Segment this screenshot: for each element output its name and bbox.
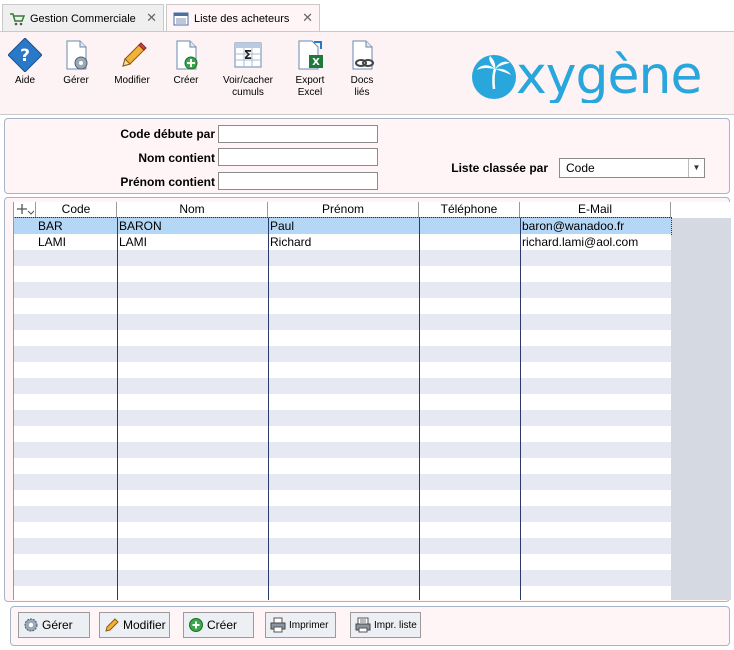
column-header-email[interactable]: E-Mail — [520, 202, 671, 218]
cell-telephone — [419, 218, 520, 234]
nom-filter-label: Nom contient — [138, 151, 215, 165]
empty-row — [14, 314, 671, 330]
add-icon — [189, 618, 203, 632]
grid-panel: Code Nom Prénom Téléphone E-Mail BAR BAR… — [4, 197, 731, 602]
empty-row — [14, 538, 671, 554]
cell-nom: BARON — [119, 219, 162, 233]
empty-row — [14, 554, 671, 570]
pencil-icon — [122, 42, 147, 67]
empty-row — [14, 330, 671, 346]
create-button-bottom[interactable]: Créer — [183, 612, 254, 638]
column-divider — [268, 218, 269, 600]
code-filter-input[interactable] — [218, 125, 378, 143]
empty-row — [14, 394, 671, 410]
close-icon[interactable]: ✕ — [302, 11, 313, 25]
empty-row — [14, 522, 671, 538]
table-body: BAR BARON Paul baron@wanadoo.fr LAMI LAM… — [14, 217, 672, 600]
chevron-down-icon[interactable]: ▼ — [688, 159, 704, 177]
cell-code: BAR — [38, 219, 63, 233]
empty-row — [14, 458, 671, 474]
manage-button[interactable]: Gérer — [56, 38, 96, 87]
column-header-prenom[interactable]: Prénom — [268, 202, 419, 218]
cell-code: LAMI — [38, 235, 67, 249]
empty-row — [14, 282, 671, 298]
table-row[interactable]: BAR BARON Paul baron@wanadoo.fr — [14, 217, 672, 235]
modify-button[interactable]: Modifier — [108, 38, 156, 87]
tab-label: Liste des acheteurs — [194, 12, 290, 25]
svg-text:X: X — [312, 57, 320, 68]
pencil-icon — [105, 618, 119, 632]
prenom-filter-label: Prénom contient — [120, 175, 215, 189]
column-divider — [117, 218, 118, 600]
modify-button-bottom[interactable]: Modifier — [99, 612, 170, 638]
tab-label: Gestion Commerciale — [30, 12, 136, 25]
help-button[interactable]: ? Aide — [6, 38, 44, 87]
cell-prenom: Richard — [270, 235, 312, 249]
close-icon[interactable]: ✕ — [146, 11, 157, 25]
empty-row — [14, 442, 671, 458]
print-button[interactable]: Imprimer — [265, 612, 336, 638]
document-gear-icon — [66, 40, 88, 70]
table-row[interactable]: LAMI LAMI Richard richard.lami@aol.com — [14, 234, 671, 250]
empty-row — [14, 378, 671, 394]
empty-row — [14, 298, 671, 314]
oxygene-logo: xygène — [466, 46, 728, 106]
print-list-icon — [355, 617, 371, 633]
empty-row — [14, 250, 671, 266]
tab-liste-acheteurs[interactable]: Liste des acheteurs ✕ — [166, 4, 320, 32]
cell-email: richard.lami@aol.com — [522, 235, 639, 249]
list-window-icon — [173, 12, 189, 26]
table-header: Code Nom Prénom Téléphone E-Mail — [14, 202, 731, 218]
sigma-sheet-icon: Σ — [234, 42, 262, 68]
document-link-icon — [352, 40, 374, 70]
empty-row — [14, 586, 671, 600]
empty-row — [14, 570, 671, 586]
toggle-cumuls-button[interactable]: Σ Voir/cacher cumuls — [216, 38, 280, 99]
svg-text:Σ: Σ — [244, 48, 252, 62]
svg-text:?: ? — [20, 46, 30, 66]
cart-icon — [9, 12, 26, 26]
cell-prenom: Paul — [270, 219, 295, 233]
empty-row — [14, 426, 671, 442]
cell-nom: LAMI — [119, 235, 148, 249]
column-header-code[interactable]: Code — [36, 202, 117, 218]
empty-row — [14, 362, 671, 378]
print-list-button[interactable]: Impr. liste — [350, 612, 421, 638]
tab-bar: Gestion Commerciale ✕ Liste des acheteur… — [0, 0, 734, 32]
column-header-nom[interactable]: Nom — [117, 202, 268, 218]
column-divider — [520, 218, 521, 600]
bottom-action-bar: Gérer Modifier Créer Imprimer Impr. list… — [10, 606, 730, 646]
create-button[interactable]: Créer — [166, 38, 206, 87]
code-filter-label: Code débute par — [120, 127, 215, 141]
logo-text: xygène — [516, 51, 702, 103]
nom-filter-input[interactable] — [218, 148, 378, 166]
column-divider — [419, 218, 420, 600]
column-options-icon[interactable] — [14, 202, 36, 218]
linked-docs-button[interactable]: Docs liés — [342, 38, 382, 99]
empty-row — [14, 346, 671, 362]
printer-icon — [270, 617, 286, 633]
cell-telephone — [419, 234, 520, 250]
empty-row — [14, 506, 671, 522]
buyers-table: Code Nom Prénom Téléphone E-Mail BAR BAR… — [13, 202, 731, 600]
sort-select[interactable]: Code ▼ — [559, 158, 705, 178]
manage-button-bottom[interactable]: Gérer — [18, 612, 90, 638]
tab-gestion-commerciale[interactable]: Gestion Commerciale ✕ — [2, 4, 164, 32]
excel-export-icon: X — [298, 40, 323, 70]
document-add-icon — [176, 40, 198, 70]
sort-label: Liste classée par — [451, 161, 548, 175]
sort-select-value: Code — [566, 161, 595, 175]
prenom-filter-input[interactable] — [218, 172, 378, 190]
gear-icon — [24, 618, 38, 632]
help-icon: ? — [8, 38, 42, 72]
empty-row — [14, 474, 671, 490]
export-excel-button[interactable]: X Export Excel — [290, 38, 330, 99]
empty-row — [14, 490, 671, 506]
filter-panel: Code débute par Nom contient Prénom cont… — [4, 118, 730, 194]
empty-row — [14, 266, 671, 282]
column-header-telephone[interactable]: Téléphone — [419, 202, 520, 218]
empty-row — [14, 410, 671, 426]
cell-email: baron@wanadoo.fr — [522, 219, 625, 233]
